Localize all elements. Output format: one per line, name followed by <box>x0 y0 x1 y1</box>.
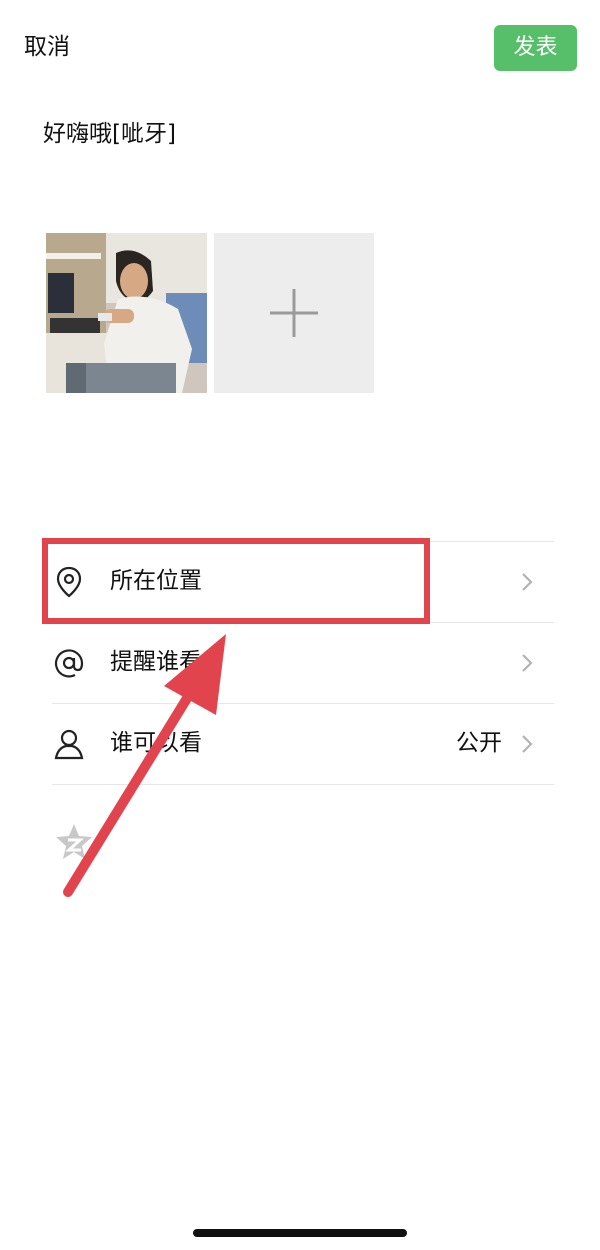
option-visibility[interactable]: 谁可以看 公开 <box>52 703 554 783</box>
home-indicator <box>193 1229 407 1237</box>
person-icon <box>52 727 86 761</box>
post-text-input[interactable]: 好嗨哦[呲牙] <box>43 116 176 152</box>
option-label: 提醒谁看 <box>110 649 202 675</box>
chevron-right-icon <box>520 571 534 593</box>
option-label: 所在位置 <box>110 568 202 594</box>
at-sign-icon <box>52 646 86 680</box>
option-label: 谁可以看 <box>110 730 202 756</box>
plus-icon <box>270 289 318 337</box>
chevron-right-icon <box>520 652 534 674</box>
cancel-button[interactable]: 取消 <box>24 30 70 64</box>
option-location[interactable]: 所在位置 <box>52 541 554 621</box>
visibility-value: 公开 <box>456 730 502 756</box>
divider <box>52 784 554 785</box>
chevron-right-icon <box>520 733 534 755</box>
option-remind[interactable]: 提醒谁看 <box>52 622 554 702</box>
publish-button[interactable]: 发表 <box>494 25 577 71</box>
location-pin-icon <box>52 565 86 599</box>
photo-thumbnail[interactable] <box>46 233 207 393</box>
photo-image <box>46 233 207 393</box>
add-photo-button[interactable] <box>214 233 374 393</box>
qzone-star-icon[interactable] <box>54 822 94 862</box>
